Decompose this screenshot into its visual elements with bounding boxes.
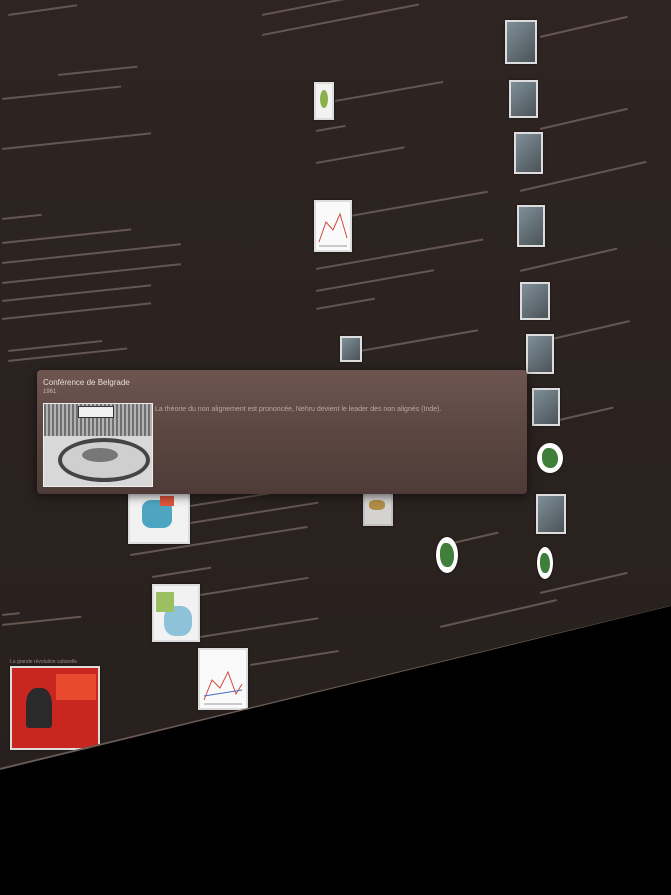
globe-thumbnail[interactable] <box>436 537 458 573</box>
event-thumbnail[interactable] <box>526 334 554 374</box>
event-thumbnail[interactable] <box>517 205 545 247</box>
banner-shape <box>78 406 114 418</box>
event-thumbnail[interactable] <box>536 494 566 534</box>
event-thumbnail[interactable] <box>520 282 550 320</box>
map-thumbnail[interactable] <box>152 584 200 642</box>
event-detail-popup[interactable]: Conférence de Belgrade 1961 La théorie d… <box>37 370 527 494</box>
event-date: 1961 <box>43 389 57 395</box>
flag-icon <box>56 674 96 700</box>
table-shape <box>82 448 118 462</box>
chart-thumbnail[interactable] <box>198 648 248 710</box>
event-thumbnail[interactable] <box>532 388 560 426</box>
globe-thumbnail[interactable] <box>537 547 553 579</box>
figure-icon <box>26 688 52 728</box>
chart-icon <box>203 670 243 705</box>
chart-thumbnail[interactable] <box>314 200 352 252</box>
conference-photo-icon <box>43 403 153 487</box>
map-thumbnail[interactable] <box>314 82 334 120</box>
chart-icon <box>318 212 348 247</box>
poster-caption: La grande révolution culturelle <box>10 659 77 665</box>
event-thumbnail[interactable] <box>509 80 538 118</box>
timeline-3d-stage: La grande révolution culturelle 1966 Con… <box>0 0 671 895</box>
event-description: La théorie du non alignement est prononc… <box>155 406 442 413</box>
event-thumbnail[interactable] <box>514 132 543 174</box>
map-thumbnail[interactable] <box>128 488 190 544</box>
globe-thumbnail[interactable] <box>537 443 563 473</box>
propaganda-poster-thumbnail[interactable] <box>10 666 100 750</box>
event-thumbnail[interactable] <box>505 20 537 64</box>
event-title: Conférence de Belgrade <box>43 378 130 387</box>
event-thumbnail[interactable] <box>340 336 362 362</box>
